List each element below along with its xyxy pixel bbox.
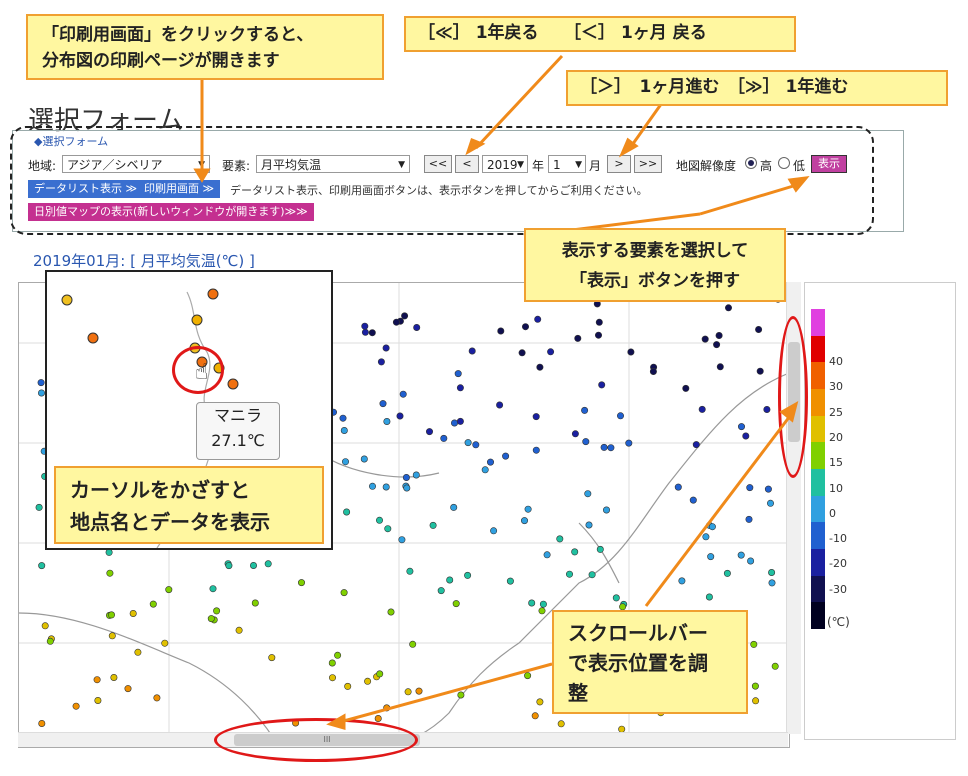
callout-scroll: スクロールバー で表示位置を調 整 xyxy=(552,610,748,714)
callout-hover: カーソルをかざすと 地点名とデータを表示 xyxy=(54,466,324,544)
callout-show: 表示する要素を選択して 「表示」ボタンを押す xyxy=(524,228,786,302)
annotation-arrows xyxy=(193,54,810,730)
callout-back: ［≪］ 1年戻る ［＜］ 1ヶ月 戻る xyxy=(404,16,796,52)
callout-forward: ［＞］ 1ヶ月進む ［≫］ 1年進む xyxy=(566,70,948,106)
callout-print: 「印刷用画面」をクリックすると、 分布図の印刷ページが開きます xyxy=(26,14,384,80)
